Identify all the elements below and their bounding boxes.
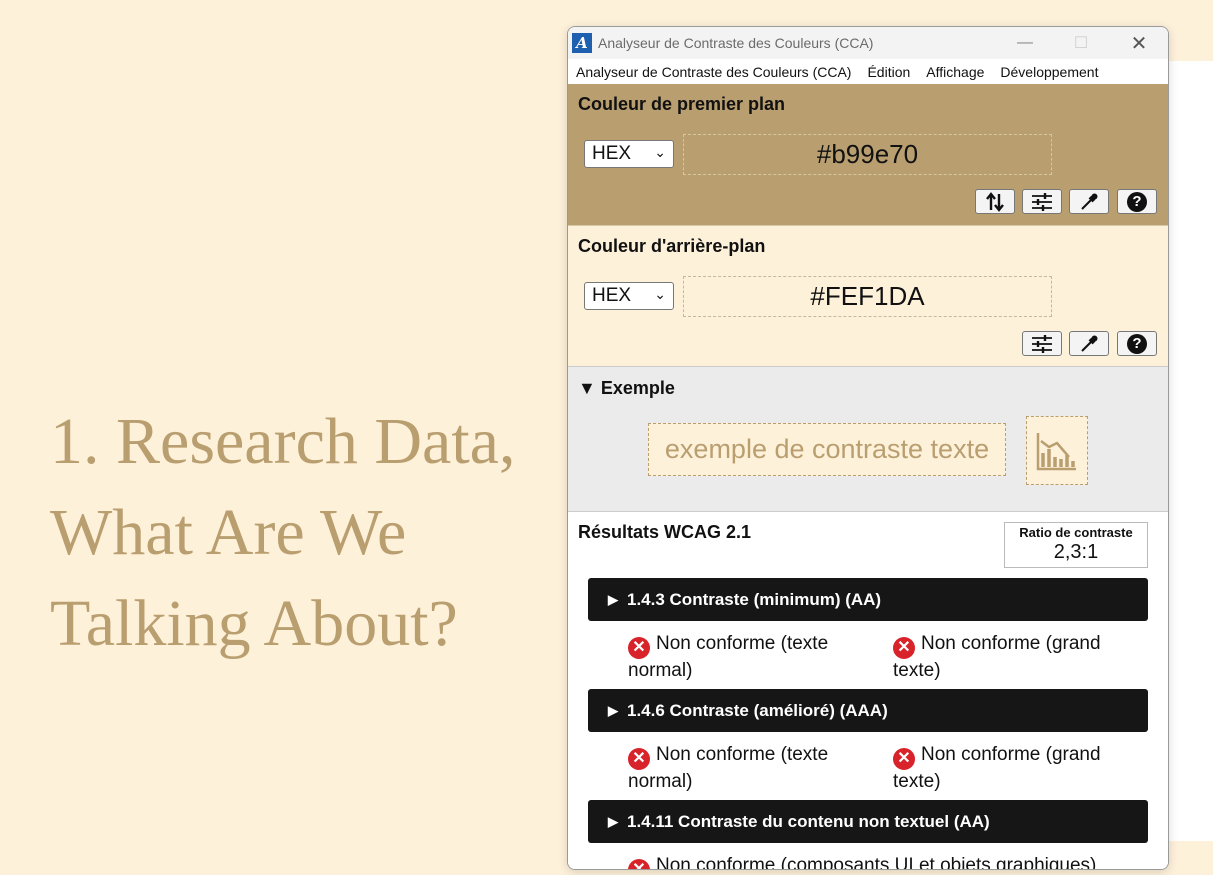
foreground-sliders-button[interactable] [1022, 189, 1062, 214]
swap-icon [986, 191, 1004, 212]
example-section: ▼ Exemple exemple de contraste texte [568, 367, 1168, 512]
result-item: ✕ Non conforme (texte normal) [628, 632, 868, 682]
background-sliders-button[interactable] [1022, 331, 1062, 356]
background-panel [1166, 61, 1213, 841]
criterion-title: 1.4.3 Contraste (minimum) (AA) [627, 589, 882, 609]
sample-text: exemple de contraste texte [648, 423, 1006, 476]
window-title: Analyseur de Contraste des Couleurs (CCA… [598, 35, 874, 51]
results-heading: Résultats WCAG 2.1 [578, 522, 752, 542]
triangle-right-icon: ▶ [608, 591, 618, 607]
contrast-ratio-value: 2,3:1 [1053, 541, 1099, 563]
foreground-format-select[interactable]: HEX ⌄ [584, 140, 674, 168]
menu-item-app[interactable]: Analyseur de Contraste des Couleurs (CCA… [576, 64, 851, 80]
background-eyedropper-button[interactable] [1069, 331, 1109, 356]
foreground-format-value: HEX [592, 143, 632, 164]
result-text: Non conforme (grand texte) [893, 744, 1101, 792]
background-section: Couleur d'arrière-plan HEX ⌄ #FEF1DA ? [568, 226, 1168, 367]
chevron-down-icon: ⌄ [654, 144, 666, 160]
title-bar[interactable]: A Analyseur de Contraste des Couleurs (C… [568, 27, 1168, 59]
example-heading: Exemple [600, 378, 675, 398]
result-text: Non conforme (texte normal) [628, 633, 829, 681]
foreground-section: Couleur de premier plan HEX ⌄ #b99e70 ? [568, 84, 1168, 226]
criterion-1-4-11-header[interactable]: ▶ 1.4.11 Contraste du contenu non textue… [588, 800, 1148, 843]
eyedropper-icon [1081, 193, 1098, 210]
cca-window: A Analyseur de Contraste des Couleurs (C… [567, 26, 1169, 870]
result-text: Non conforme (composants UI et objets gr… [656, 855, 1097, 870]
slide-title-line-3: Talking About? [50, 587, 458, 660]
triangle-down-icon: ▼ [578, 378, 596, 398]
chevron-down-icon: ⌄ [654, 286, 666, 302]
menu-bar: Analyseur de Contraste des Couleurs (CCA… [568, 59, 1168, 84]
fail-icon: ✕ [893, 747, 915, 770]
background-help-button[interactable]: ? [1117, 331, 1157, 356]
contrast-ratio-box: Ratio de contraste 2,3:1 [1004, 522, 1148, 568]
minimize-button[interactable]: — [1002, 27, 1048, 59]
fail-icon: ✕ [628, 858, 650, 869]
sample-graphic [1026, 416, 1088, 485]
slide-title: 1. Research Data, What Are We Talking Ab… [50, 396, 570, 669]
background-format-select[interactable]: HEX ⌄ [584, 282, 674, 310]
contrast-ratio-label: Ratio de contraste [1019, 525, 1133, 540]
criterion-1-4-6-header[interactable]: ▶ 1.4.6 Contraste (amélioré) (AAA) [588, 689, 1148, 732]
fail-icon: ✕ [628, 747, 650, 770]
menu-item-edit[interactable]: Édition [867, 64, 910, 80]
app-icon: A [572, 33, 592, 53]
criterion-1-4-3-header[interactable]: ▶ 1.4.3 Contraste (minimum) (AA) [588, 578, 1148, 621]
foreground-help-button[interactable]: ? [1117, 189, 1157, 214]
foreground-heading: Couleur de premier plan [578, 94, 786, 114]
result-text: Non conforme (texte normal) [628, 744, 829, 792]
results-section: Résultats WCAG 2.1 Ratio de contraste 2,… [568, 512, 1168, 870]
result-item: ✕ Non conforme (grand texte) [893, 743, 1133, 793]
menu-item-develop[interactable]: Développement [1000, 64, 1098, 80]
chart-icon [1036, 432, 1076, 470]
example-toggle[interactable]: ▼ Exemple [578, 378, 675, 399]
fail-icon: ✕ [628, 636, 650, 659]
maximize-button[interactable]: ☐ [1058, 27, 1104, 59]
eyedropper-icon [1081, 335, 1098, 352]
background-hex-input[interactable]: #FEF1DA [683, 276, 1052, 317]
close-button[interactable]: ✕ [1116, 27, 1162, 59]
foreground-eyedropper-button[interactable] [1069, 189, 1109, 214]
result-text: Non conforme (grand texte) [893, 633, 1101, 681]
slide-title-line-1: 1. Research Data, [50, 405, 516, 478]
menu-item-view[interactable]: Affichage [926, 64, 984, 80]
fail-icon: ✕ [893, 636, 915, 659]
sliders-icon [1032, 192, 1052, 211]
criterion-title: 1.4.6 Contraste (amélioré) (AAA) [627, 700, 888, 720]
help-icon: ? [1127, 333, 1147, 354]
triangle-right-icon: ▶ [608, 813, 618, 829]
background-format-value: HEX [592, 285, 632, 306]
result-item: ✕ Non conforme (texte normal) [628, 743, 868, 793]
sliders-icon [1032, 334, 1052, 353]
swap-colors-button[interactable] [975, 189, 1015, 214]
criterion-title: 1.4.11 Contraste du contenu non textuel … [627, 811, 990, 831]
background-heading: Couleur d'arrière-plan [578, 236, 766, 256]
result-item: ✕ Non conforme (grand texte) [893, 632, 1133, 682]
slide-title-line-2: What Are We [50, 496, 407, 569]
foreground-hex-input[interactable]: #b99e70 [683, 134, 1052, 175]
triangle-right-icon: ▶ [608, 702, 618, 718]
help-icon: ? [1127, 191, 1147, 212]
result-item: ✕ Non conforme (composants UI et objets g… [628, 854, 1138, 870]
